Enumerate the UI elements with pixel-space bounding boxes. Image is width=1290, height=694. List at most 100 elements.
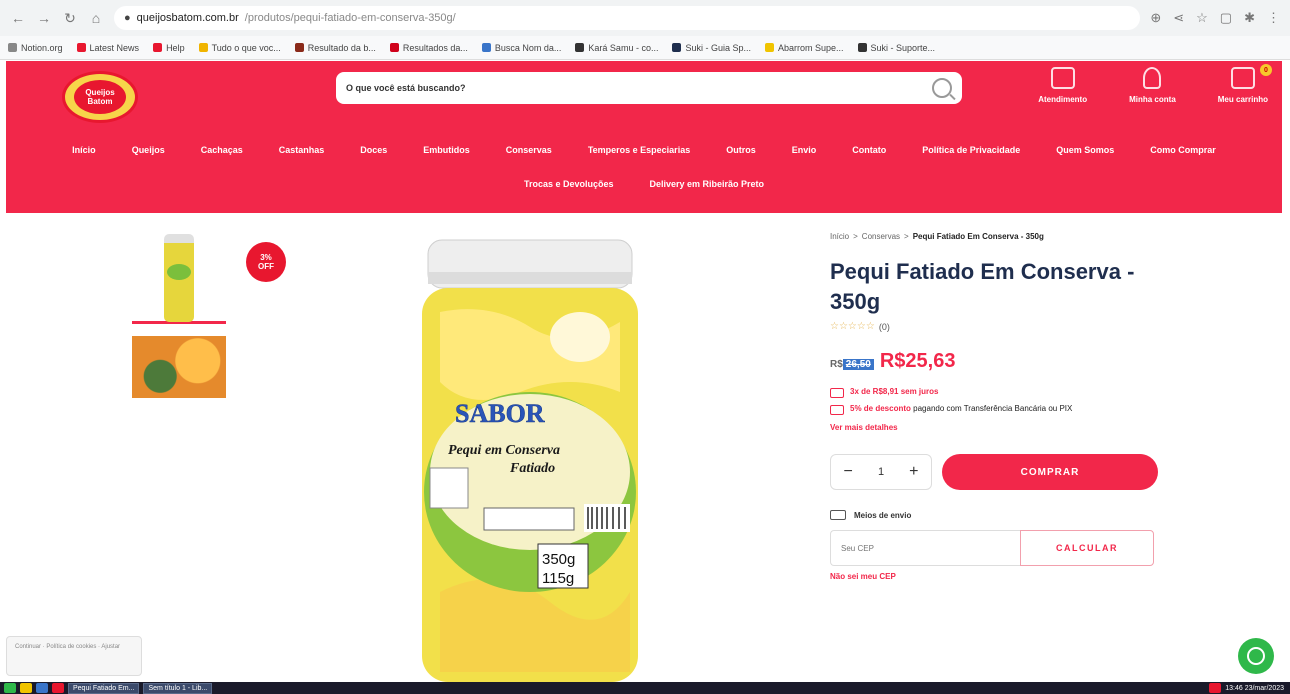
thumbnail-dish[interactable] [132, 336, 226, 398]
nav-item[interactable]: Temperos e Especiarias [588, 145, 690, 155]
pix-discount-text: pagando com Transferência Bancária ou PI… [913, 404, 1073, 413]
nav-item[interactable]: Contato [852, 145, 886, 155]
header-action-chat[interactable]: Atendimento [1038, 67, 1087, 104]
jar-line-2: Fatiado [509, 461, 555, 476]
bookmark-item[interactable]: Kará Samu - co... [575, 43, 658, 53]
nav-item[interactable]: Quem Somos [1056, 145, 1114, 155]
jar-line-1: Pequi em Conserva [448, 443, 560, 458]
bookmark-favicon-icon [672, 43, 682, 52]
clock-text: 13:46 23/mar/2023 [1225, 684, 1284, 692]
decrease-quantity-button[interactable]: − [844, 463, 853, 481]
bookmark-favicon-icon [294, 43, 304, 52]
nav-item[interactable]: Outros [726, 145, 756, 155]
bookmark-label: Kará Samu - co... [588, 42, 659, 53]
bookmark-label: Abarrom Supe... [777, 42, 844, 53]
site-logo[interactable]: Queijos Batom [62, 71, 138, 123]
bookmark-label: Suki - Guia Sp... [685, 42, 751, 53]
quantity-value[interactable]: 1 [878, 466, 884, 478]
bookmark-favicon-icon [8, 43, 17, 52]
pix-discount-bold: 5% de desconto [850, 404, 911, 413]
nav-item[interactable]: Queijos [132, 145, 165, 155]
bookmark-item[interactable]: Busca Nom da... [481, 42, 562, 53]
product-main-image: SABOR Pequi em Conserva Fatiado 350g 115… [422, 239, 638, 682]
app-icon[interactable] [52, 683, 64, 693]
share-icon[interactable]: ⋖ [1173, 10, 1184, 26]
breadcrumb-home[interactable]: Início [830, 232, 849, 241]
calculate-shipping-button[interactable]: CALCULAR [1020, 530, 1154, 566]
nav-item[interactable]: Doces [360, 145, 387, 155]
thumbnail-jar[interactable] [132, 232, 226, 324]
nav-item[interactable]: Embutidos [423, 145, 470, 155]
search-icon[interactable] [932, 78, 952, 98]
increase-quantity-button[interactable]: + [909, 463, 918, 481]
jar-brand: SABOR [455, 399, 545, 428]
url-host: queijosbatom.com.br [136, 12, 239, 24]
nav-item[interactable]: Envio [792, 145, 817, 155]
reload-icon[interactable]: ↻ [62, 10, 78, 27]
taskbar-task[interactable]: Sem título 1 - Lib... [143, 682, 213, 694]
bookmark-star-icon[interactable]: ☆ [1196, 10, 1208, 26]
cep-input[interactable] [830, 530, 1020, 566]
truck-icon [830, 510, 846, 520]
more-details-link[interactable]: Ver mais detalhes [830, 423, 1160, 432]
nav-item[interactable]: Trocas e Devoluções [524, 179, 614, 189]
cookie-notice[interactable]: Continuar · Política de cookies · Ajusta… [6, 636, 142, 676]
bookmark-favicon-icon [764, 43, 774, 52]
bookmark-item[interactable]: Resultado da b... [294, 43, 376, 53]
nav-item[interactable]: Conservas [506, 145, 552, 155]
notification-icon[interactable] [1209, 683, 1222, 693]
bookmark-item[interactable]: Latest News [76, 43, 139, 53]
home-icon[interactable]: ⌂ [88, 10, 104, 26]
nav-item[interactable]: Como Comprar [1150, 145, 1216, 155]
folder-icon[interactable] [20, 683, 32, 693]
bookmark-favicon-icon [153, 43, 163, 52]
buy-button[interactable]: COMPRAR [942, 454, 1158, 490]
shipping-section-label: Meios de envio [830, 510, 1160, 520]
header-action-cart[interactable]: 0 Meu carrinho [1218, 64, 1272, 104]
installments-text: 3x de R$8,91 sem juros [850, 387, 939, 396]
back-icon[interactable]: ← [10, 10, 26, 26]
start-icon[interactable] [4, 683, 16, 693]
header-action-user[interactable]: Minha conta [1129, 67, 1176, 104]
breadcrumb-category[interactable]: Conservas [862, 232, 900, 241]
jar-weight-1: 350g [542, 551, 575, 568]
shipping-label-text: Meios de envio [854, 510, 912, 520]
jar-weight-2: 115g [542, 570, 574, 587]
bookmark-item[interactable]: Suki - Guia Sp... [672, 43, 751, 53]
bookmark-item[interactable]: Notion.org [8, 43, 63, 53]
bookmark-item[interactable]: Help [153, 43, 185, 53]
bookmark-item[interactable]: Resultados da... [389, 42, 468, 53]
bank-transfer-icon [830, 405, 844, 415]
whatsapp-button[interactable] [1238, 638, 1274, 674]
extensions-icon[interactable]: ✱ [1244, 10, 1255, 26]
taskbar-task[interactable]: Pequi Fatiado Em... [68, 682, 140, 694]
bookmark-label: Busca Nom da... [494, 42, 562, 53]
dont-know-cep-link[interactable]: Não sei meu CEP [830, 572, 1160, 581]
product-rating[interactable]: ☆☆☆☆☆ (0) [830, 321, 1160, 332]
breadcrumb: Início > Conservas > Pequi Fatiado Em Co… [830, 232, 1160, 241]
nav-item[interactable]: Castanhas [279, 145, 325, 155]
forward-icon[interactable]: → [36, 10, 52, 26]
menu-icon[interactable]: ⋮ [1267, 10, 1280, 26]
search-input[interactable] [346, 83, 932, 93]
bookmark-favicon-icon [481, 43, 491, 52]
rating-count: (0) [878, 321, 890, 332]
address-bar[interactable]: ● queijosbatom.com.br /produtos/pequi-fa… [114, 6, 1141, 30]
browser-icon[interactable] [36, 683, 48, 693]
nav-item[interactable]: Delivery em Ribeirão Preto [649, 179, 764, 189]
window-icon[interactable]: ▢ [1220, 10, 1232, 26]
bookmark-favicon-icon [198, 43, 208, 52]
zoom-icon[interactable]: ⊕ [1150, 10, 1161, 26]
bookmark-item[interactable]: Abarrom Supe... [764, 42, 844, 53]
user-icon [1143, 67, 1162, 89]
nav-item[interactable]: Política de Privacidade [922, 145, 1020, 155]
bookmark-item[interactable]: Tudo o que voc... [198, 43, 281, 53]
pix-discount-line: 5% de desconto pagando com Transferência… [830, 404, 1160, 415]
nav-item[interactable]: Cachaças [201, 145, 243, 155]
bookmark-favicon-icon [575, 43, 585, 52]
bookmark-label: Resultados da... [402, 42, 468, 53]
bookmark-item[interactable]: Suki - Suporte... [857, 43, 935, 53]
nav-item[interactable]: Início [72, 145, 96, 155]
old-price-value: 26,50 [842, 359, 874, 370]
bookmark-label: Help [166, 42, 185, 53]
